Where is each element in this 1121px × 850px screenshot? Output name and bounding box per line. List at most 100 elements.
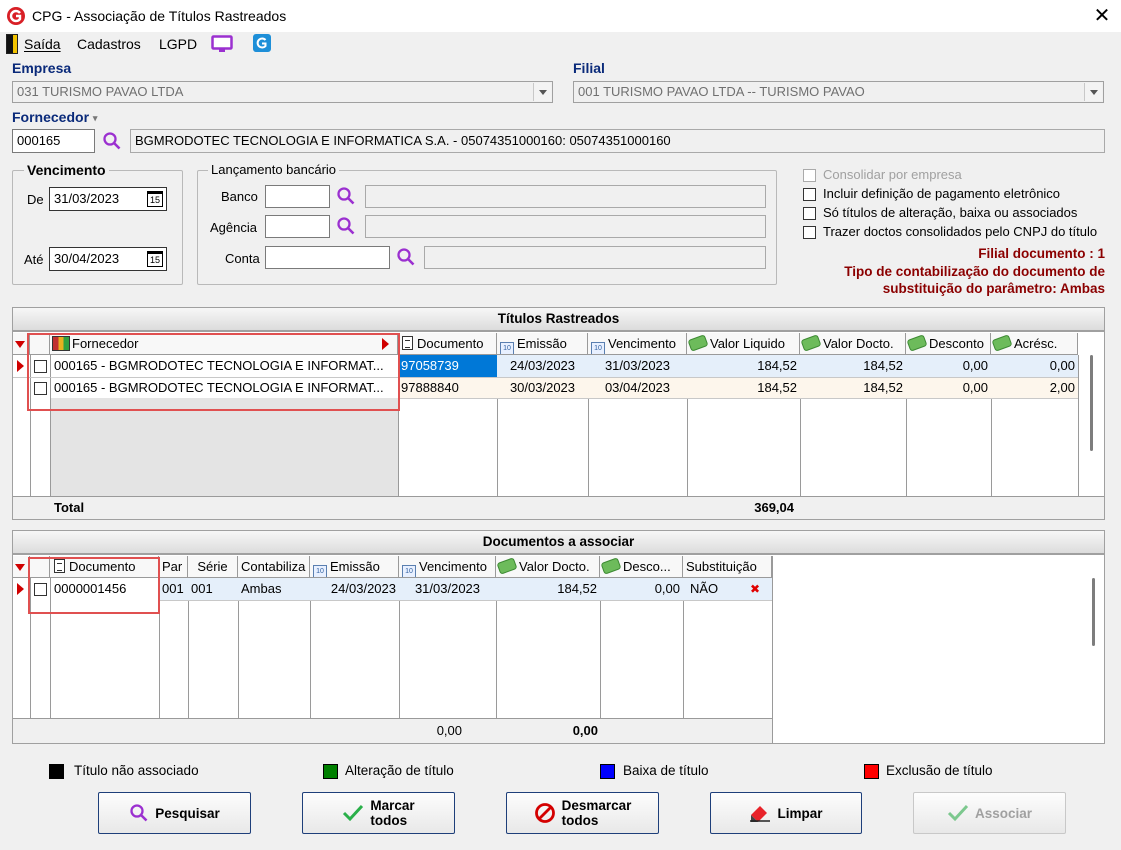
col-header-substituicao[interactable]: Substituição	[683, 556, 772, 578]
vencimento-title: Vencimento	[24, 162, 109, 178]
marcar-line2: todos	[370, 813, 408, 828]
pesquisar-button[interactable]: Pesquisar	[98, 792, 251, 834]
incluir-label: Incluir definição de pagamento eletrônic…	[823, 186, 1061, 201]
col-header-par[interactable]: Par	[159, 556, 188, 578]
search-icon[interactable]	[102, 131, 122, 151]
desmarcar-line1: Desmarcar	[561, 798, 632, 813]
cell-valor-docto: 184,52	[557, 581, 597, 596]
menu-cadastros[interactable]: Cadastros	[77, 36, 141, 52]
pin-icon: ▾	[92, 113, 98, 123]
col-header-valor-docto[interactable]: Valor Docto.	[800, 333, 906, 355]
menu-lgpd[interactable]: LGPD	[159, 36, 197, 52]
agencia-name-field	[365, 215, 766, 238]
marcar-todos-button[interactable]: Marcar todos	[302, 792, 455, 834]
fornecedor-label: Fornecedor ▾	[12, 109, 97, 125]
money-icon	[496, 557, 518, 575]
associar-button[interactable]: Associar	[913, 792, 1066, 834]
menu-lgpd-label: LGPD	[159, 36, 198, 52]
search-icon[interactable]	[336, 186, 356, 206]
empresa-select[interactable]: 031 TURISMO PAVAO LTDA	[12, 81, 553, 103]
documentos-scrollbar[interactable]	[1092, 578, 1095, 646]
col-header-vencimento[interactable]: 10 Vencimento	[588, 333, 687, 355]
vencimento-de-value: 31/03/2023	[54, 191, 120, 206]
fornecedor-code-input[interactable]: 000165	[12, 129, 95, 153]
cell-serie: 001	[191, 581, 213, 596]
search-icon[interactable]	[336, 216, 356, 236]
col-header-valor-liquido[interactable]: Valor Liquido	[687, 333, 800, 355]
incluir-checkbox[interactable]	[803, 188, 816, 201]
footer-valor-total: 0,00	[572, 723, 598, 738]
cell-documento: 97058739	[398, 355, 497, 377]
col-header-documento[interactable]: Documento	[398, 333, 497, 355]
col-header-acresc[interactable]: Acrésc.	[991, 333, 1078, 355]
grid-line	[1078, 355, 1079, 496]
search-icon[interactable]	[396, 247, 416, 267]
cell-contabiliza: Ambas	[241, 581, 282, 596]
banco-name-field	[365, 185, 766, 208]
desmarcar-todos-button[interactable]: Desmarcar todos	[506, 792, 659, 834]
conta-label: Conta	[225, 251, 260, 266]
cell-acresc: 2,00	[1049, 380, 1075, 395]
empresa-value: 031 TURISMO PAVAO LTDA	[17, 84, 184, 99]
so-titulos-checkbox[interactable]	[803, 207, 816, 220]
trazer-checkbox[interactable]	[803, 226, 816, 239]
cell-emissao: 30/03/2023	[509, 380, 576, 395]
col-header-desconto[interactable]: Desco...	[600, 556, 683, 578]
col-header-vencimento[interactable]: 10 Vencimento	[399, 556, 496, 578]
col-header-serie[interactable]: Série	[188, 556, 238, 578]
app-logo-icon	[7, 7, 25, 25]
limpar-button[interactable]: Limpar	[710, 792, 862, 834]
grid-line	[772, 556, 773, 743]
marcar-todos-label: Marcar todos	[370, 798, 414, 828]
consolidar-checkbox[interactable]	[803, 169, 816, 182]
filial-label: Filial	[573, 60, 605, 76]
cell-acresc: 0,00	[1049, 358, 1075, 373]
window-title: CPG - Associação de Títulos Rastreados	[32, 8, 287, 24]
col-label-serie: Série	[197, 559, 228, 574]
col-header-contabiliza[interactable]: Contabiliza	[238, 556, 310, 578]
calendar-icon[interactable]: 15	[147, 191, 163, 207]
lancamento-title: Lançamento bancário	[208, 162, 340, 177]
col-label-substituicao: Substituição	[686, 559, 757, 574]
close-button[interactable]: ✕	[1086, 2, 1118, 30]
vencimento-ate-input[interactable]: 30/04/2023 15	[49, 247, 167, 271]
cell-desconto: 0,00	[962, 358, 988, 373]
legend-swatch-exclusao	[864, 764, 879, 779]
cell-emissao: 24/03/2023	[509, 358, 576, 373]
agencia-input[interactable]	[265, 215, 330, 238]
col-label-vencimento: Vencimento	[608, 336, 676, 351]
vencimento-de-input[interactable]: 31/03/2023 15	[49, 187, 167, 211]
menu-saida[interactable]: Saída	[24, 36, 61, 52]
banco-input[interactable]	[265, 185, 330, 208]
cell-valor-liquido: 184,52	[757, 358, 797, 373]
col-label-par: Par	[162, 559, 183, 574]
trazer-label: Trazer doctos consolidados pelo CNPJ do …	[823, 224, 1098, 239]
col-header-emissao[interactable]: 10 Emissão	[497, 333, 588, 355]
consolidar-label: Consolidar por empresa	[823, 167, 962, 182]
monitor-icon[interactable]	[211, 35, 233, 53]
legend-swatch-nao-associado	[49, 764, 64, 779]
de-label: De	[27, 192, 44, 207]
empresa-label: Empresa	[12, 60, 72, 76]
col-label-valor-liquido: Valor Liquido	[710, 336, 785, 351]
calendar-icon: 10	[313, 565, 327, 577]
marcar-line1: Marcar	[370, 798, 415, 813]
chevron-down-icon[interactable]	[1084, 83, 1102, 101]
filial-select[interactable]: 001 TURISMO PAVAO LTDA -- TURISMO PAVAO	[573, 81, 1104, 103]
col-header-emissao[interactable]: 10 Emissão	[310, 556, 399, 578]
legend-swatch-baixa	[600, 764, 615, 779]
exit-icon[interactable]	[6, 34, 18, 54]
titulos-scrollbar[interactable]	[1090, 355, 1093, 451]
filial-value: 001 TURISMO PAVAO LTDA -- TURISMO PAVAO	[578, 84, 865, 99]
delete-icon[interactable]: ✖	[745, 578, 765, 600]
search-icon	[130, 804, 148, 822]
calendar-icon[interactable]: 15	[147, 251, 163, 267]
col-header-desconto[interactable]: Desconto	[906, 333, 991, 355]
g-app-icon[interactable]	[253, 34, 271, 52]
chevron-down-icon[interactable]	[533, 83, 551, 101]
cell-valor-liquido: 184,52	[757, 380, 797, 395]
col-header-valor-docto[interactable]: Valor Docto.	[496, 556, 600, 578]
cell-par: 001	[162, 581, 184, 596]
conta-input[interactable]	[265, 246, 390, 269]
associar-label: Associar	[974, 805, 1033, 821]
